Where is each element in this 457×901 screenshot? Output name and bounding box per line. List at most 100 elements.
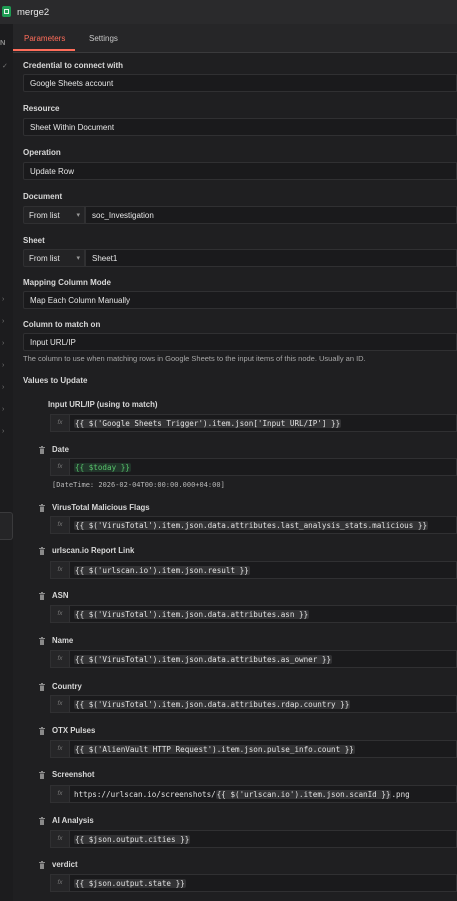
resource-select[interactable]: Sheet Within Document — [23, 118, 457, 136]
node-header: merge2 — [0, 0, 457, 24]
expression-text: {{ $('VirusTotal').item.json.data.attrib… — [74, 655, 333, 664]
field-label: OTX Pulses — [52, 726, 96, 735]
fx-icon: fx — [51, 651, 70, 667]
node-title[interactable]: merge2 — [17, 7, 49, 18]
expression-token: {{ $('urlscan.io').item.json.result }} — [74, 566, 250, 575]
trash-icon[interactable] — [39, 817, 45, 825]
trash-icon[interactable] — [39, 446, 45, 454]
document-value: soc_Investigation — [92, 211, 154, 220]
trash-icon[interactable] — [39, 547, 45, 555]
fx-icon: fx — [51, 875, 70, 891]
document-select[interactable]: soc_Investigation — [85, 206, 457, 224]
tab-bar: Parameters Settings — [13, 24, 457, 53]
field-expression[interactable]: fx {{ $today }} — [50, 458, 457, 476]
expression-text: {{ $json.output.state }} — [74, 879, 186, 888]
fx-icon: fx — [51, 831, 70, 847]
field-expression[interactable]: fx {{ $('VirusTotal').item.json.data.att… — [50, 650, 457, 668]
field-expression[interactable]: fx {{ $('AlienVault HTTP Request').item.… — [50, 740, 457, 758]
resource-value: Sheet Within Document — [30, 123, 115, 132]
sheet-mode-value: From list — [29, 254, 60, 263]
expression-text: {{ $today }} — [74, 463, 131, 472]
expression-text: {{ $('VirusTotal').item.json.data.attrib… — [74, 521, 429, 530]
document-mode-select[interactable]: From list ▾ — [23, 206, 85, 224]
chevron-right-icon: › — [2, 296, 5, 303]
field-expression[interactable]: fx {{ $('urlscan.io').item.json.result }… — [50, 561, 457, 579]
expression-text: {{ $('AlienVault HTTP Request').item.jso… — [74, 745, 355, 754]
fx-icon: fx — [51, 415, 70, 431]
trash-icon[interactable] — [39, 592, 45, 600]
trash-icon[interactable] — [39, 727, 45, 735]
tab-settings[interactable]: Settings — [89, 34, 118, 43]
fx-icon: fx — [51, 606, 70, 622]
field-label: ASN — [52, 591, 69, 600]
field-expression[interactable]: fx {{ $json.output.state }} — [50, 874, 457, 892]
fx-icon: fx — [51, 459, 70, 475]
operation-select[interactable]: Update Row — [23, 162, 457, 180]
expression-text: {{ $('VirusTotal').item.json.data.attrib… — [74, 700, 351, 709]
field-label: VirusTotal Malicious Flags — [52, 503, 150, 512]
sheet-mode-select[interactable]: From list ▾ — [23, 249, 85, 267]
chevron-right-icon: › — [2, 406, 5, 413]
credential-select[interactable]: Google Sheets account — [23, 74, 457, 92]
field-label: Input URL/IP (using to match) — [48, 400, 158, 409]
credential-value: Google Sheets account — [30, 79, 114, 88]
chevron-right-icon: › — [2, 384, 5, 391]
field-expression[interactable]: fx {{ $('Google Sheets Trigger').item.js… — [50, 414, 457, 432]
expression-token: {{ $('VirusTotal').item.json.data.attrib… — [74, 610, 310, 619]
field-label: Screenshot — [52, 770, 95, 779]
trash-icon[interactable] — [39, 861, 45, 869]
match-column-label: Column to match on — [23, 320, 101, 329]
check-icon: ✓ — [2, 63, 8, 70]
match-column-select[interactable]: Input URL/IP — [23, 333, 457, 351]
expression-result: [DateTime: 2026-02-04T00:00:00.000+04:00… — [52, 481, 225, 489]
field-expression[interactable]: fx {{ $('VirusTotal').item.json.data.att… — [50, 605, 457, 623]
trash-icon[interactable] — [39, 771, 45, 779]
expression-text: {{ $('urlscan.io').item.json.result }} — [74, 566, 250, 575]
sheet-label: Sheet — [23, 236, 45, 245]
field-expression[interactable]: fx {{ $json.output.cities }} — [50, 830, 457, 848]
chevron-down-icon: ▾ — [76, 212, 80, 219]
field-label: Date — [52, 445, 69, 454]
fx-icon: fx — [51, 741, 70, 757]
field-expression[interactable]: fx {{ $('VirusTotal').item.json.data.att… — [50, 516, 457, 534]
fx-icon: fx — [51, 562, 70, 578]
resource-label: Resource — [23, 104, 60, 113]
document-label: Document — [23, 192, 63, 201]
field-expression[interactable]: fx https://urlscan.io/screenshots/{{ $('… — [50, 785, 457, 803]
mapping-mode-label: Mapping Column Mode — [23, 278, 111, 287]
field-label: verdict — [52, 860, 78, 869]
trash-icon[interactable] — [39, 504, 45, 512]
fx-icon: fx — [51, 517, 70, 533]
mapping-mode-select[interactable]: Map Each Column Manually — [23, 291, 457, 309]
field-label: Country — [52, 682, 82, 691]
expression-text: https://urlscan.io/screenshots/{{ $('url… — [74, 790, 410, 799]
expression-suffix: .png — [391, 790, 410, 799]
field-label: AI Analysis — [52, 816, 94, 825]
trash-icon[interactable] — [39, 683, 45, 691]
sheet-select[interactable]: Sheet1 — [85, 249, 457, 267]
tab-parameters[interactable]: Parameters — [24, 34, 65, 43]
expression-token: {{ $('AlienVault HTTP Request').item.jso… — [74, 745, 355, 754]
field-expression[interactable]: fx {{ $('VirusTotal').item.json.data.att… — [50, 695, 457, 713]
expression-token: {{ $('urlscan.io').item.json.scanId }} — [215, 790, 392, 799]
rail-tag: N — [0, 38, 6, 47]
fx-icon: fx — [51, 696, 70, 712]
values-to-update-label: Values to Update — [23, 376, 88, 385]
canvas-node-stub[interactable] — [0, 512, 13, 540]
operation-label: Operation — [23, 148, 61, 157]
expression-token: {{ $json.output.state }} — [74, 879, 186, 888]
chevron-down-icon: ▾ — [76, 255, 80, 262]
canvas-rail — [0, 24, 13, 901]
expression-token: {{ $json.output.cities }} — [74, 835, 191, 844]
google-sheets-icon — [2, 6, 11, 17]
trash-icon[interactable] — [39, 637, 45, 645]
expression-token: {{ $('Google Sheets Trigger').item.json[… — [74, 419, 342, 428]
fx-icon: fx — [51, 786, 70, 802]
expression-text: {{ $json.output.cities }} — [74, 835, 191, 844]
chevron-right-icon: › — [2, 318, 5, 325]
expression-text: {{ $('Google Sheets Trigger').item.json[… — [74, 419, 342, 428]
field-label: Name — [52, 636, 74, 645]
sheet-value: Sheet1 — [92, 254, 118, 263]
credential-label: Credential to connect with — [23, 61, 124, 70]
expression-prefix: https://urlscan.io/screenshots/ — [74, 790, 216, 799]
